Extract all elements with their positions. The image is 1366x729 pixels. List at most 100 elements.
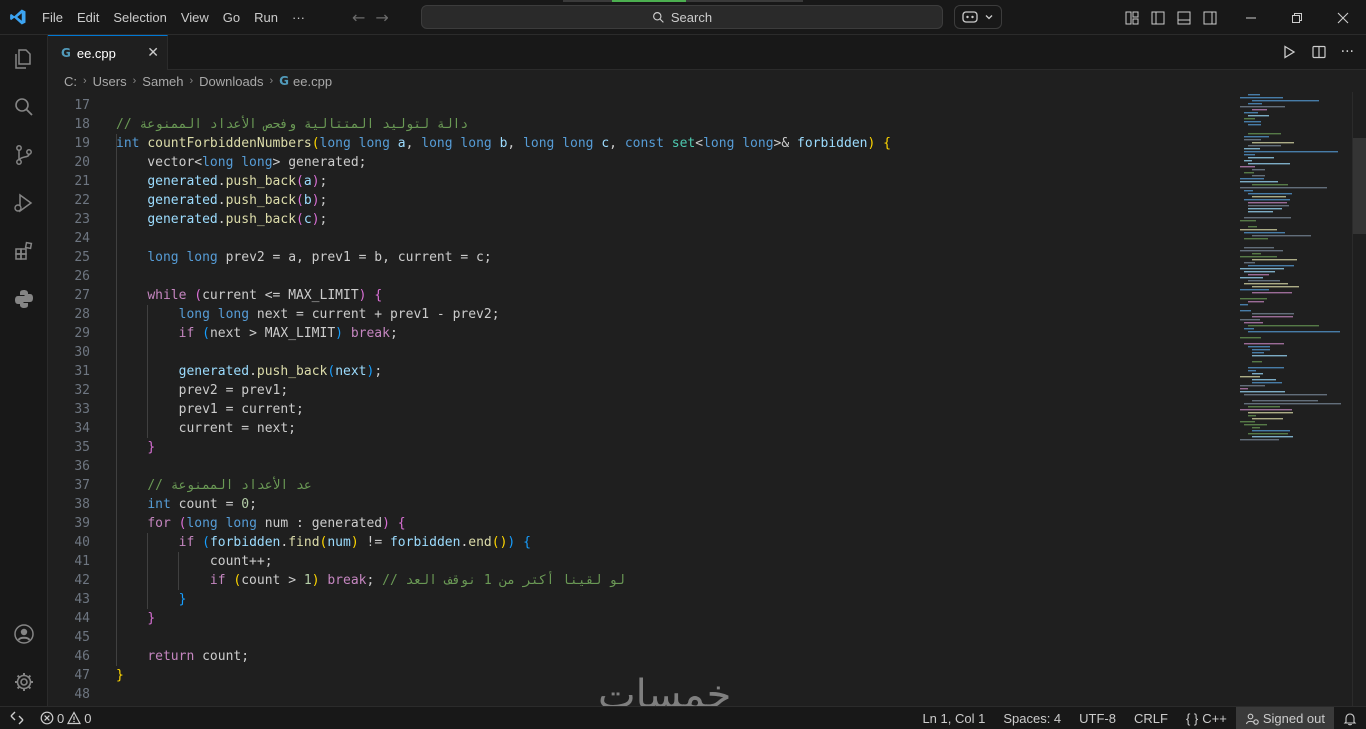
forward-arrow-icon[interactable]: →: [375, 8, 388, 27]
more-actions-icon[interactable]: ···: [1341, 44, 1354, 60]
minimap-line: [1244, 403, 1341, 405]
code-line[interactable]: 38 int count = 0;: [48, 495, 1232, 514]
breadcrumb-downloads[interactable]: Downloads: [199, 74, 263, 89]
indentation[interactable]: Spaces: 4: [994, 707, 1070, 729]
code-line[interactable]: 22 generated.push_back(b);: [48, 191, 1232, 210]
code-line[interactable]: 29 if (next > MAX_LIMIT) break;: [48, 324, 1232, 343]
menu-selection[interactable]: Selection: [106, 0, 173, 35]
minimap-line: [1244, 154, 1255, 156]
minimize-button[interactable]: [1228, 0, 1274, 35]
explorer-icon[interactable]: [0, 35, 48, 83]
code-text: generated.push_back(a);: [147, 174, 328, 189]
source-control-icon[interactable]: [0, 131, 48, 179]
code-line[interactable]: 25 long long prev2 = a, prev1 = b, curre…: [48, 248, 1232, 267]
toggle-primary-sidebar-icon[interactable]: [1150, 10, 1166, 26]
line-number: 30: [74, 345, 90, 360]
breadcrumb-users[interactable]: Users: [93, 74, 127, 89]
python-icon[interactable]: [0, 275, 48, 323]
minimap-line: [1248, 226, 1257, 228]
breadcrumb-chevron-icon: ›: [189, 75, 194, 87]
code-line[interactable]: 19 int countForbiddenNumbers(long long a,…: [48, 134, 1232, 153]
code-line[interactable]: 24: [48, 229, 1232, 248]
signed-out-button[interactable]: Signed out: [1235, 707, 1334, 729]
code-editor[interactable]: 17 18 // دالة لتوليد المتتالية وفحص الأعدا…: [48, 92, 1232, 706]
line-number: 40: [74, 535, 90, 550]
breadcrumb: C: › Users › Sameh › Downloads › G ee.cp…: [48, 70, 332, 92]
code-text: current = next;: [116, 421, 297, 436]
copilot-button[interactable]: [954, 5, 1002, 29]
restore-button[interactable]: [1274, 0, 1320, 35]
cursor-position[interactable]: Ln 1, Col 1: [913, 707, 994, 729]
accounts-icon[interactable]: [0, 610, 48, 658]
code-text: return count;: [147, 649, 250, 664]
split-editor-icon[interactable]: [1311, 44, 1327, 60]
menu-file[interactable]: File: [35, 0, 70, 35]
search-label: Search: [670, 9, 713, 25]
code-line[interactable]: 37 // عد الأعداد الممنوعة: [48, 476, 1232, 495]
code-line[interactable]: 26: [48, 267, 1232, 286]
menu-edit[interactable]: Edit: [70, 0, 106, 35]
menu-run[interactable]: Run: [247, 0, 285, 35]
code-line[interactable]: 46 return count;: [48, 647, 1232, 666]
language-mode[interactable]: { } C++: [1177, 707, 1236, 729]
remote-indicator[interactable]: [0, 707, 34, 729]
code-line[interactable]: 27 while (current <= MAX_LIMIT) {: [48, 286, 1232, 305]
close-window-button[interactable]: [1320, 0, 1366, 35]
menu-go[interactable]: Go: [216, 0, 247, 35]
code-line[interactable]: 28 long long next = current + prev1 - pr…: [48, 305, 1232, 324]
problems-indicator[interactable]: 0 0: [40, 711, 91, 726]
code-line[interactable]: 34 current = next;: [48, 419, 1232, 438]
minimap-line: [1244, 160, 1252, 162]
code-line[interactable]: 40 if (forbidden.find(num) != forbidden.…: [48, 533, 1232, 552]
file-encoding[interactable]: UTF-8: [1070, 707, 1125, 729]
scrollbar-thumb[interactable]: [1353, 138, 1366, 234]
minimap-line: [1252, 382, 1282, 384]
code-line[interactable]: 23 generated.push_back(c);: [48, 210, 1232, 229]
breadcrumb-file[interactable]: ee.cpp: [293, 74, 332, 89]
menu-view[interactable]: View: [174, 0, 216, 35]
settings-gear-icon[interactable]: [0, 658, 48, 706]
minimap-line: [1248, 193, 1292, 195]
menu-more[interactable]: ···: [285, 0, 312, 35]
toggle-secondary-sidebar-icon[interactable]: [1202, 10, 1218, 26]
run-and-debug-icon[interactable]: [0, 179, 48, 227]
line-number: 42: [74, 573, 90, 588]
extensions-icon[interactable]: [0, 227, 48, 275]
code-line[interactable]: 44 }: [48, 609, 1232, 628]
code-line[interactable]: 43 }: [48, 590, 1232, 609]
minimap-line: [1248, 370, 1256, 372]
code-line[interactable]: 42 if (count > 1) break; // لو لقينا أكت…: [48, 571, 1232, 590]
code-line[interactable]: 35 }: [48, 438, 1232, 457]
line-number: 24: [74, 231, 90, 246]
end-of-line[interactable]: CRLF: [1125, 707, 1177, 729]
tab-ee-cpp[interactable]: G ee.cpp ✕: [48, 35, 168, 70]
back-arrow-icon[interactable]: ←: [352, 8, 365, 27]
code-line[interactable]: 31 generated.push_back(next);: [48, 362, 1232, 381]
code-line[interactable]: 39 for (long long num : generated) {: [48, 514, 1232, 533]
breadcrumb-drive[interactable]: C:: [64, 74, 77, 89]
code-line[interactable]: 18 // دالة لتوليد المتتالية وفحص الأعداد …: [48, 115, 1232, 134]
toggle-panel-icon[interactable]: [1176, 10, 1192, 26]
editor-actions: ···: [1281, 44, 1354, 60]
code-line[interactable]: 20 vector<long long> generated;: [48, 153, 1232, 172]
command-center-search[interactable]: Search: [421, 5, 943, 29]
code-line[interactable]: 21 generated.push_back(a);: [48, 172, 1232, 191]
code-line[interactable]: 41 count++;: [48, 552, 1232, 571]
breadcrumb-sameh[interactable]: Sameh: [142, 74, 183, 89]
indent-guide: [178, 552, 179, 590]
code-line[interactable]: 33 prev1 = current;: [48, 400, 1232, 419]
minimap-line: [1248, 415, 1256, 417]
error-icon: [40, 711, 54, 725]
code-line[interactable]: 17: [48, 96, 1232, 115]
code-line[interactable]: 45: [48, 628, 1232, 647]
minimap-line: [1244, 190, 1253, 192]
tab-close-icon[interactable]: ✕: [147, 45, 159, 61]
minimap[interactable]: [1232, 92, 1352, 706]
notifications-button[interactable]: [1334, 707, 1366, 729]
run-file-icon[interactable]: [1281, 44, 1297, 60]
code-line[interactable]: 36: [48, 457, 1232, 476]
code-line[interactable]: 30: [48, 343, 1232, 362]
code-line[interactable]: 32 prev2 = prev1;: [48, 381, 1232, 400]
customize-layout-icon[interactable]: [1124, 10, 1140, 26]
search-view-icon[interactable]: [0, 83, 48, 131]
